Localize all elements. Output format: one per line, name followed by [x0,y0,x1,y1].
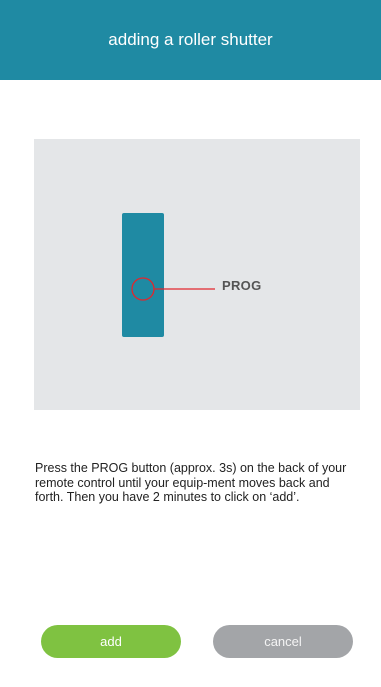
cancel-button-label: cancel [264,634,302,649]
prog-button-marker [131,277,155,301]
add-button[interactable]: add [41,625,181,658]
add-button-label: add [100,634,122,649]
prog-indicator-graphic [131,277,215,301]
header-bar: adding a roller shutter [0,0,381,80]
cancel-button[interactable]: cancel [213,625,353,658]
instructions-text: Press the PROG button (approx. 3s) on th… [35,461,347,504]
prog-illustration: PROG [34,139,360,410]
page-title: adding a roller shutter [108,30,273,49]
prog-label: PROG [222,278,262,293]
